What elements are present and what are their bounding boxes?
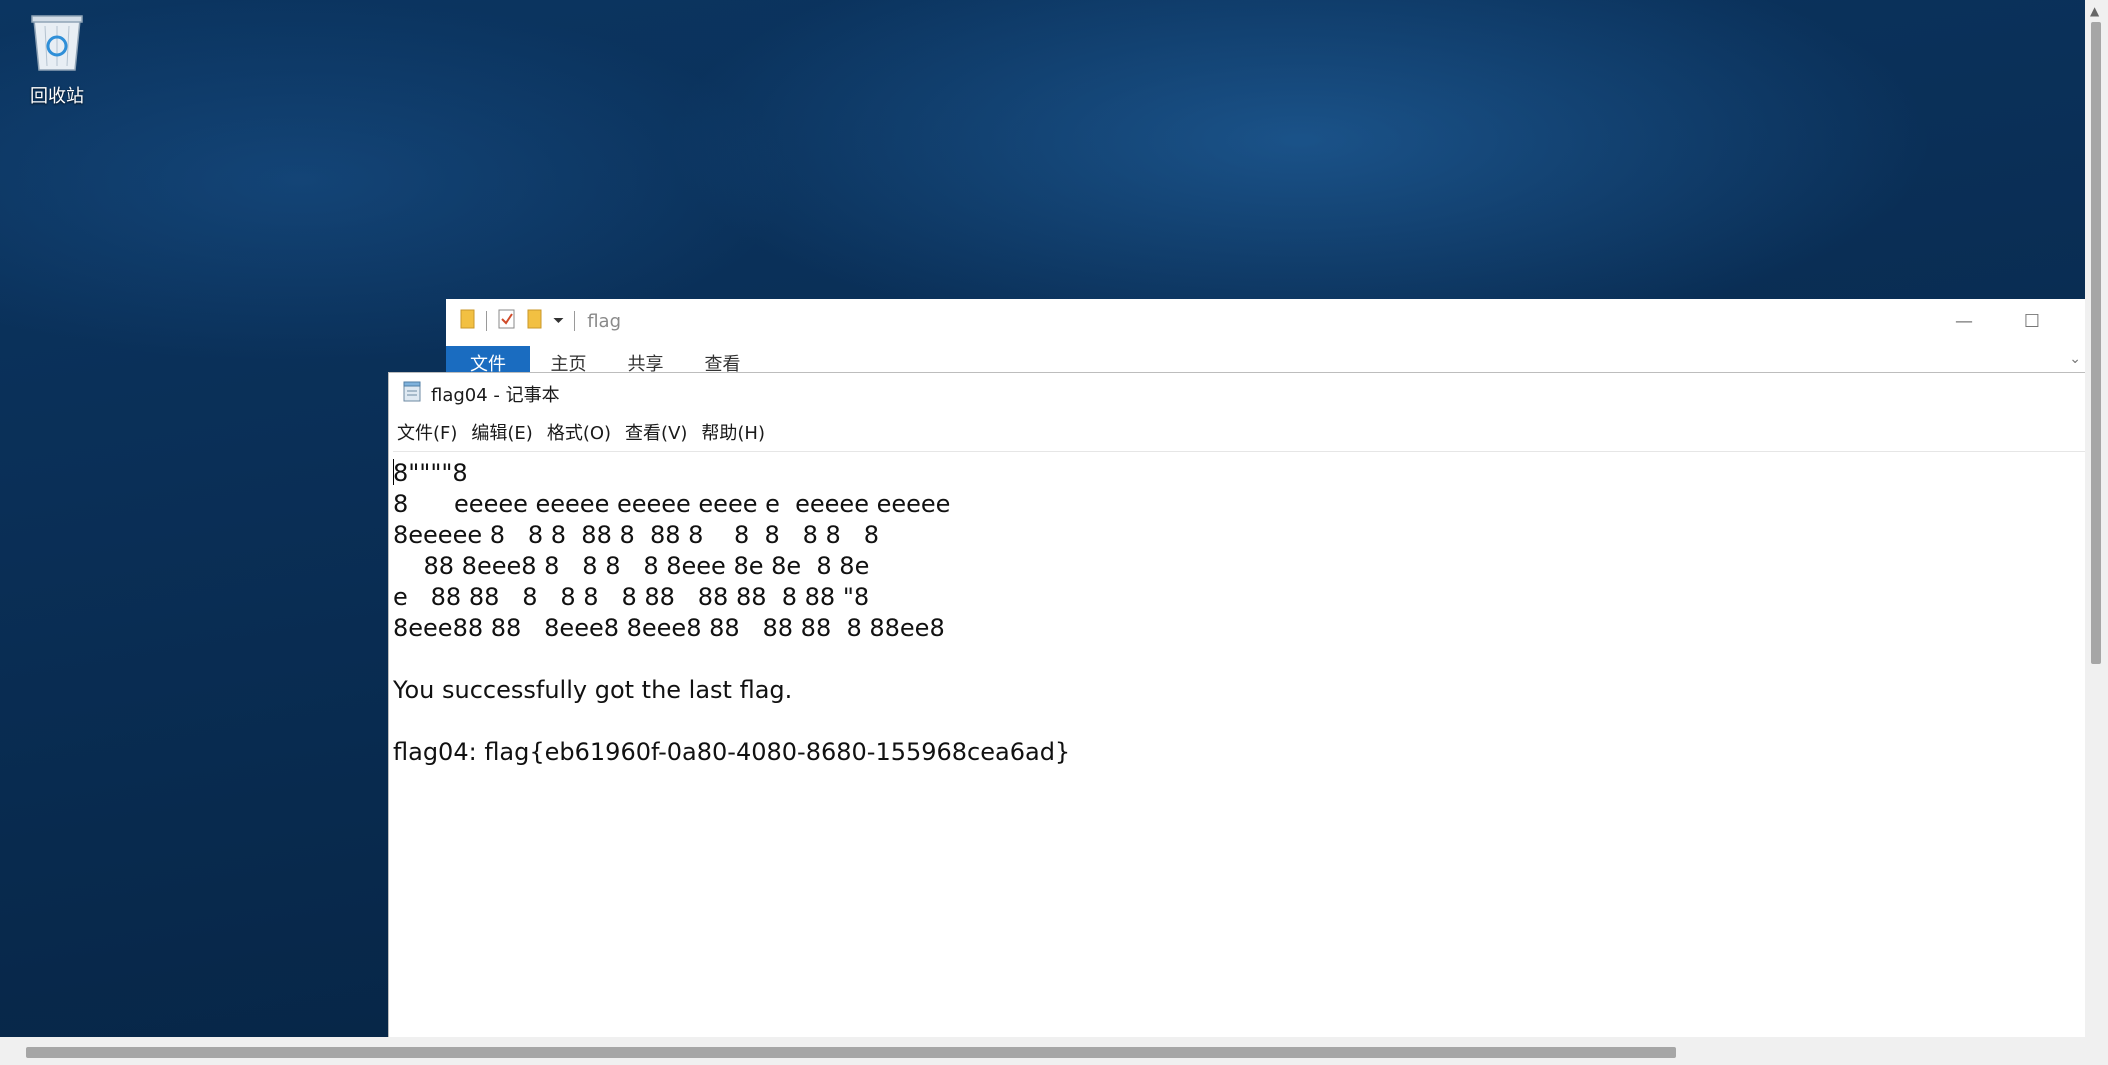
horizontal-scroll-thumb[interactable] [26,1047,1676,1058]
quick-access-separator [486,311,487,331]
explorer-title: flag [587,310,621,332]
vertical-scrollbar[interactable]: ▲ [2085,0,2108,1065]
new-folder-icon[interactable] [527,308,543,334]
notepad-titlebar: flag04 - 记事本 [401,381,560,407]
menu-bar: 文件(F) 编辑(E) 格式(O) 查看(V) 帮助(H) [397,419,765,445]
explorer-titlebar: ⏷ flag [460,307,621,335]
customize-toolbar-icon[interactable]: ⏷ [553,313,564,329]
tab-home[interactable]: 主页 [530,346,607,375]
properties-icon[interactable] [497,308,517,334]
ribbon-expand-icon[interactable]: ⌄ [2069,351,2081,367]
menu-edit[interactable]: 编辑(E) [471,419,532,445]
menu-view[interactable]: 查看(V) [625,419,687,445]
tab-view[interactable]: 查看 [684,346,761,375]
horizontal-scrollbar[interactable] [0,1037,2085,1065]
file-explorer-window[interactable]: ⏷ flag — ☐ 文件 主页 共享 查看 ⌄ [446,299,2085,375]
menu-format[interactable]: 格式(O) [547,419,611,445]
notepad-icon [401,381,423,407]
recycle-bin-icon [28,15,86,78]
text-editor[interactable]: 8""""8 8 eeeee eeeee eeeee eeee e eeeee … [393,451,2086,1038]
notepad-title: flag04 - 记事本 [431,385,560,406]
maximize-icon[interactable]: ☐ [2020,311,2044,332]
minimize-icon[interactable]: — [1952,311,1976,332]
title-separator [574,311,576,331]
scroll-up-icon[interactable]: ▲ [2090,4,2099,18]
menu-help[interactable]: 帮助(H) [701,419,765,445]
recycle-bin-label: 回收站 [30,86,84,107]
text-caret [393,459,394,485]
notepad-window[interactable]: flag04 - 记事本 文件(F) 编辑(E) 格式(O) 查看(V) 帮助(… [388,372,2086,1038]
menu-file[interactable]: 文件(F) [397,419,457,445]
recycle-bin-shortcut[interactable]: 回收站 [18,10,96,108]
vertical-scroll-thumb[interactable] [2091,22,2101,664]
folder-icon [460,308,476,334]
tab-share[interactable]: 共享 [607,346,684,375]
scrollbar-corner [2085,1037,2108,1065]
tab-file[interactable]: 文件 [446,346,530,375]
ribbon-tabs: 文件 主页 共享 查看 [446,346,761,375]
